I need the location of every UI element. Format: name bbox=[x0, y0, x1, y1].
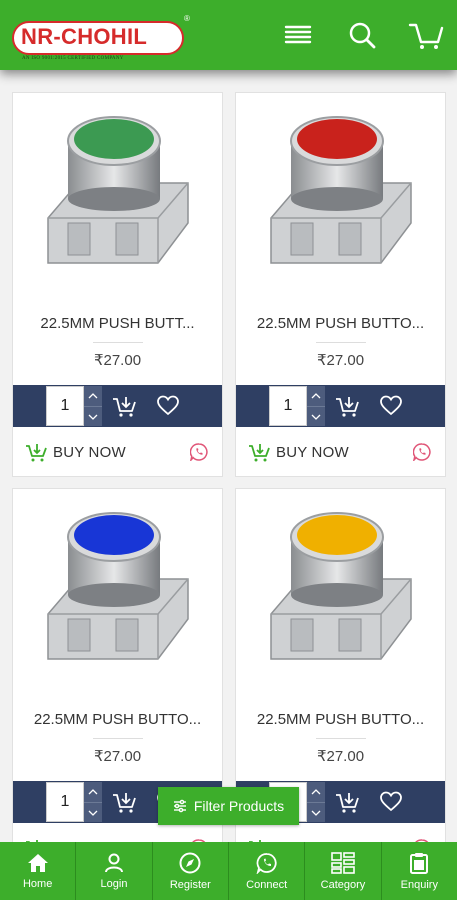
add-to-cart-icon[interactable] bbox=[335, 790, 359, 814]
brand-logo[interactable]: NR-CHOHIL AN ISO 9001:2015 CERTIFIED COM… bbox=[12, 14, 190, 62]
buy-now-button[interactable]: BUY NOW bbox=[25, 441, 126, 463]
buy-now-label: BUY NOW bbox=[53, 443, 126, 461]
buy-now-label: BUY NOW bbox=[276, 443, 349, 461]
decrement-button[interactable] bbox=[84, 406, 102, 426]
nav-label: Category bbox=[320, 878, 366, 891]
button-cap bbox=[74, 515, 154, 555]
chevron-down-icon bbox=[311, 414, 321, 420]
nav-label: Home bbox=[22, 877, 53, 890]
sliders-icon bbox=[173, 799, 186, 813]
product-price: ₹27.00 bbox=[93, 748, 142, 765]
product-price: ₹27.00 bbox=[93, 352, 142, 369]
quantity-input[interactable]: 1 bbox=[46, 782, 84, 822]
product-card[interactable]: 22.5MM PUSH BUTT... ₹27.00 1 BUY NOW bbox=[12, 92, 223, 477]
divider bbox=[93, 738, 143, 739]
push-button-image[interactable] bbox=[261, 113, 421, 283]
quantity-stepper[interactable] bbox=[84, 782, 102, 822]
wishlist-heart-icon[interactable] bbox=[157, 395, 179, 417]
app-header: NR-CHOHIL AN ISO 9001:2015 CERTIFIED COM… bbox=[0, 0, 457, 70]
product-name[interactable]: 22.5MM PUSH BUTTO... bbox=[242, 315, 439, 332]
whatsapp-share-icon[interactable] bbox=[413, 443, 431, 461]
filter-label: Filter Products bbox=[193, 798, 285, 814]
search-icon[interactable] bbox=[347, 20, 377, 50]
category-icon bbox=[331, 851, 355, 874]
nav-label: Connect bbox=[246, 878, 288, 891]
quantity-input[interactable]: 1 bbox=[269, 386, 307, 426]
add-to-cart-icon[interactable] bbox=[112, 790, 136, 814]
logo-text: NR-CHOHIL bbox=[21, 24, 148, 49]
increment-button[interactable] bbox=[84, 782, 102, 802]
nav-label: Register bbox=[169, 878, 211, 891]
buy-now-button[interactable]: BUY NOW bbox=[248, 441, 349, 463]
nav-login[interactable]: Login bbox=[76, 842, 153, 900]
buy-cart-icon bbox=[26, 444, 47, 462]
quantity-stepper[interactable] bbox=[307, 386, 325, 426]
add-to-cart-icon[interactable] bbox=[335, 394, 359, 418]
nav-label: Enquiry bbox=[400, 878, 438, 891]
quantity-stepper[interactable] bbox=[307, 782, 325, 822]
chevron-up-icon bbox=[88, 789, 98, 795]
add-to-cart-bar: 1 bbox=[236, 385, 445, 427]
button-cap bbox=[74, 119, 154, 159]
chevron-down-icon bbox=[88, 414, 98, 420]
product-name[interactable]: 22.5MM PUSH BUTTO... bbox=[19, 711, 216, 728]
user-icon bbox=[104, 853, 123, 872]
product-price: ₹27.00 bbox=[316, 352, 365, 369]
divider bbox=[316, 738, 366, 739]
decrement-button[interactable] bbox=[307, 406, 325, 426]
cart-icon[interactable] bbox=[408, 20, 444, 50]
button-cap bbox=[297, 119, 377, 159]
push-button-image[interactable] bbox=[261, 509, 421, 679]
product-card[interactable]: 22.5MM PUSH BUTTO... ₹27.00 1 bbox=[235, 92, 446, 477]
clipboard-icon bbox=[410, 852, 429, 874]
chevron-down-icon bbox=[311, 810, 321, 816]
nav-category[interactable]: Category bbox=[305, 842, 382, 900]
nav-label: Login bbox=[100, 877, 128, 890]
filter-products-button[interactable]: Filter Products bbox=[158, 787, 299, 825]
logo-tagline: AN ISO 9001:2015 CERTIFIED COMPANY bbox=[22, 56, 124, 61]
wishlist-heart-icon[interactable] bbox=[380, 395, 402, 417]
divider bbox=[316, 342, 366, 343]
whatsapp-share-icon[interactable] bbox=[190, 443, 208, 461]
chevron-up-icon bbox=[311, 789, 321, 795]
add-to-cart-bar: 1 bbox=[13, 385, 222, 427]
chevron-down-icon bbox=[88, 810, 98, 816]
push-button-image[interactable] bbox=[38, 509, 198, 679]
quantity-input[interactable]: 1 bbox=[46, 386, 84, 426]
quantity-stepper[interactable] bbox=[84, 386, 102, 426]
nav-enquiry[interactable]: Enquiry bbox=[382, 842, 457, 900]
menu-icon[interactable] bbox=[283, 20, 313, 50]
nav-register[interactable]: Register bbox=[153, 842, 229, 900]
decrement-button[interactable] bbox=[307, 802, 325, 822]
chevron-up-icon bbox=[88, 393, 98, 399]
add-to-cart-icon[interactable] bbox=[112, 394, 136, 418]
nav-home[interactable]: Home bbox=[0, 842, 77, 900]
divider bbox=[93, 342, 143, 343]
increment-button[interactable] bbox=[307, 386, 325, 406]
buy-cart-icon bbox=[249, 444, 270, 462]
whatsapp-icon bbox=[256, 852, 277, 874]
product-price: ₹27.00 bbox=[316, 748, 365, 765]
bottom-nav: Home Login Register Connect Category Enq… bbox=[0, 842, 457, 900]
home-icon bbox=[27, 853, 48, 872]
chevron-up-icon bbox=[311, 393, 321, 399]
push-button-image[interactable] bbox=[38, 113, 198, 283]
compass-icon bbox=[179, 852, 201, 873]
increment-button[interactable] bbox=[84, 386, 102, 406]
registered-mark: ® bbox=[184, 14, 190, 23]
button-cap bbox=[297, 515, 377, 555]
product-name[interactable]: 22.5MM PUSH BUTTO... bbox=[242, 711, 439, 728]
product-name[interactable]: 22.5MM PUSH BUTT... bbox=[19, 315, 216, 332]
nav-connect[interactable]: Connect bbox=[229, 842, 306, 900]
increment-button[interactable] bbox=[307, 782, 325, 802]
decrement-button[interactable] bbox=[84, 802, 102, 822]
wishlist-heart-icon[interactable] bbox=[380, 791, 402, 813]
